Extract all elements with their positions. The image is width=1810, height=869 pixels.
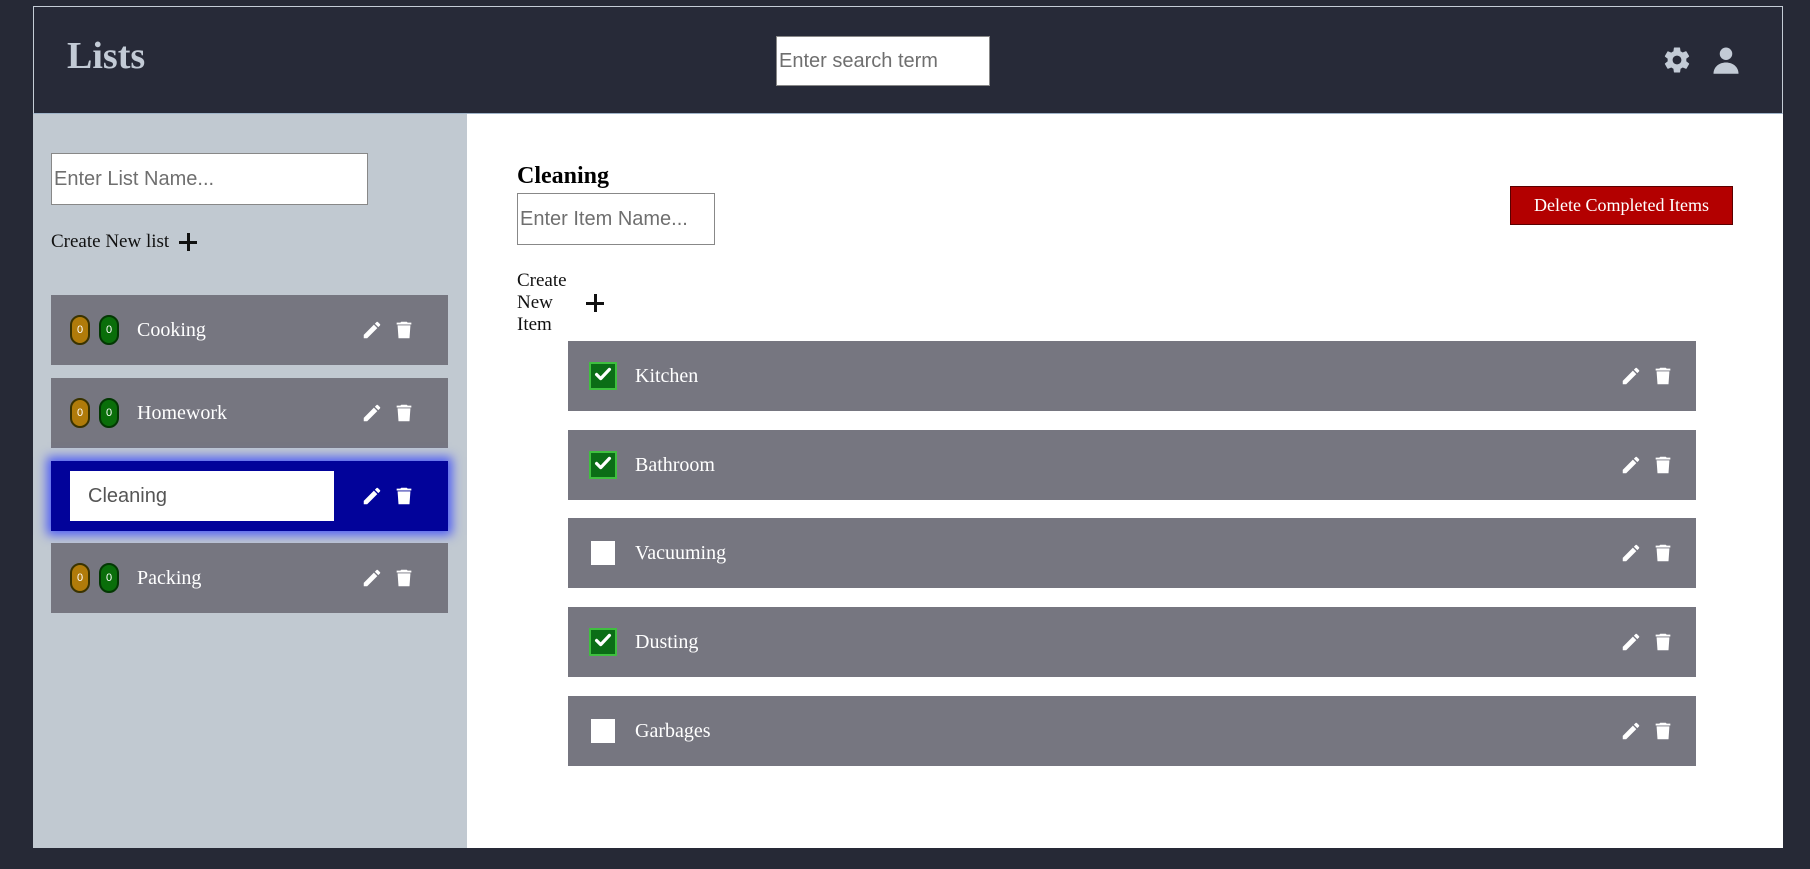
create-list-button[interactable]: Create New list — [51, 231, 198, 253]
main-panel: Cleaning Create New Item Delete Complete… — [467, 114, 1781, 848]
create-item-label: Create New Item — [517, 270, 567, 335]
pencil-icon[interactable] — [1620, 631, 1642, 653]
trash-icon[interactable] — [393, 402, 415, 424]
pencil-icon[interactable] — [361, 567, 383, 589]
pending-count-badge: 0 — [70, 315, 90, 345]
pencil-icon[interactable] — [1620, 454, 1642, 476]
done-count-badge: 0 — [99, 315, 119, 345]
item-row-kitchen: Kitchen — [568, 341, 1696, 411]
list-item-cleaning[interactable] — [51, 461, 448, 531]
plus-icon — [179, 233, 198, 251]
trash-icon[interactable] — [1652, 454, 1674, 476]
list-item-label: Cooking — [137, 318, 206, 341]
delete-completed-button[interactable]: Delete Completed Items — [1510, 186, 1733, 225]
pencil-icon[interactable] — [1620, 720, 1642, 742]
pencil-icon[interactable] — [1620, 542, 1642, 564]
checkmark-icon — [592, 629, 614, 656]
checkmark-icon — [592, 452, 614, 479]
pencil-icon[interactable] — [1620, 365, 1642, 387]
pending-count-badge: 0 — [70, 398, 90, 428]
list-item-cooking[interactable]: 0 0 Cooking — [51, 295, 448, 365]
item-row-garbages: Garbages — [568, 696, 1696, 766]
done-count-badge: 0 — [99, 398, 119, 428]
item-label: Kitchen — [635, 364, 699, 387]
list-item-packing[interactable]: 0 0 Packing — [51, 543, 448, 613]
list-item-label: Homework — [137, 401, 227, 424]
item-row-dusting: Dusting — [568, 607, 1696, 677]
item-label: Vacuuming — [635, 541, 727, 564]
checkmark-icon — [592, 363, 614, 390]
item-label: Bathroom — [635, 453, 715, 476]
item-checkbox[interactable] — [591, 453, 615, 477]
list-title: Cleaning — [517, 163, 610, 189]
item-row-bathroom: Bathroom — [568, 430, 1696, 500]
trash-icon[interactable] — [1652, 631, 1674, 653]
item-checkbox[interactable] — [591, 630, 615, 654]
plus-icon — [586, 294, 605, 312]
item-checkbox[interactable] — [591, 719, 615, 743]
list-item-homework[interactable]: 0 0 Homework — [51, 378, 448, 448]
trash-icon[interactable] — [1652, 720, 1674, 742]
create-list-label: Create New list — [51, 231, 170, 252]
list-name-input[interactable] — [51, 153, 368, 205]
app-title: Lists — [67, 35, 146, 77]
create-item-button[interactable]: Create New Item — [517, 270, 605, 336]
search-input[interactable] — [776, 36, 990, 86]
item-checkbox[interactable] — [591, 364, 615, 388]
pencil-icon[interactable] — [361, 485, 383, 507]
trash-icon[interactable] — [393, 319, 415, 341]
done-count-badge: 0 — [99, 563, 119, 593]
pencil-icon[interactable] — [361, 402, 383, 424]
header-bar: Lists — [33, 6, 1783, 114]
pending-count-badge: 0 — [70, 563, 90, 593]
item-label: Garbages — [635, 719, 711, 742]
trash-icon[interactable] — [393, 485, 415, 507]
trash-icon[interactable] — [393, 567, 415, 589]
trash-icon[interactable] — [1652, 365, 1674, 387]
sidebar: Create New list 00Cooking00Homework00Pac… — [33, 114, 467, 848]
user-icon[interactable] — [1711, 45, 1741, 75]
list-rename-input[interactable] — [70, 471, 334, 521]
item-row-vacuuming: Vacuuming — [568, 518, 1696, 588]
item-label: Dusting — [635, 630, 699, 653]
gear-icon[interactable] — [1662, 45, 1692, 75]
trash-icon[interactable] — [1652, 542, 1674, 564]
app-window: Lists Create New list 00Cooking00Homewor… — [33, 6, 1783, 848]
pencil-icon[interactable] — [361, 319, 383, 341]
item-checkbox[interactable] — [591, 541, 615, 565]
item-name-input[interactable] — [517, 193, 715, 245]
list-item-label: Packing — [137, 566, 202, 589]
